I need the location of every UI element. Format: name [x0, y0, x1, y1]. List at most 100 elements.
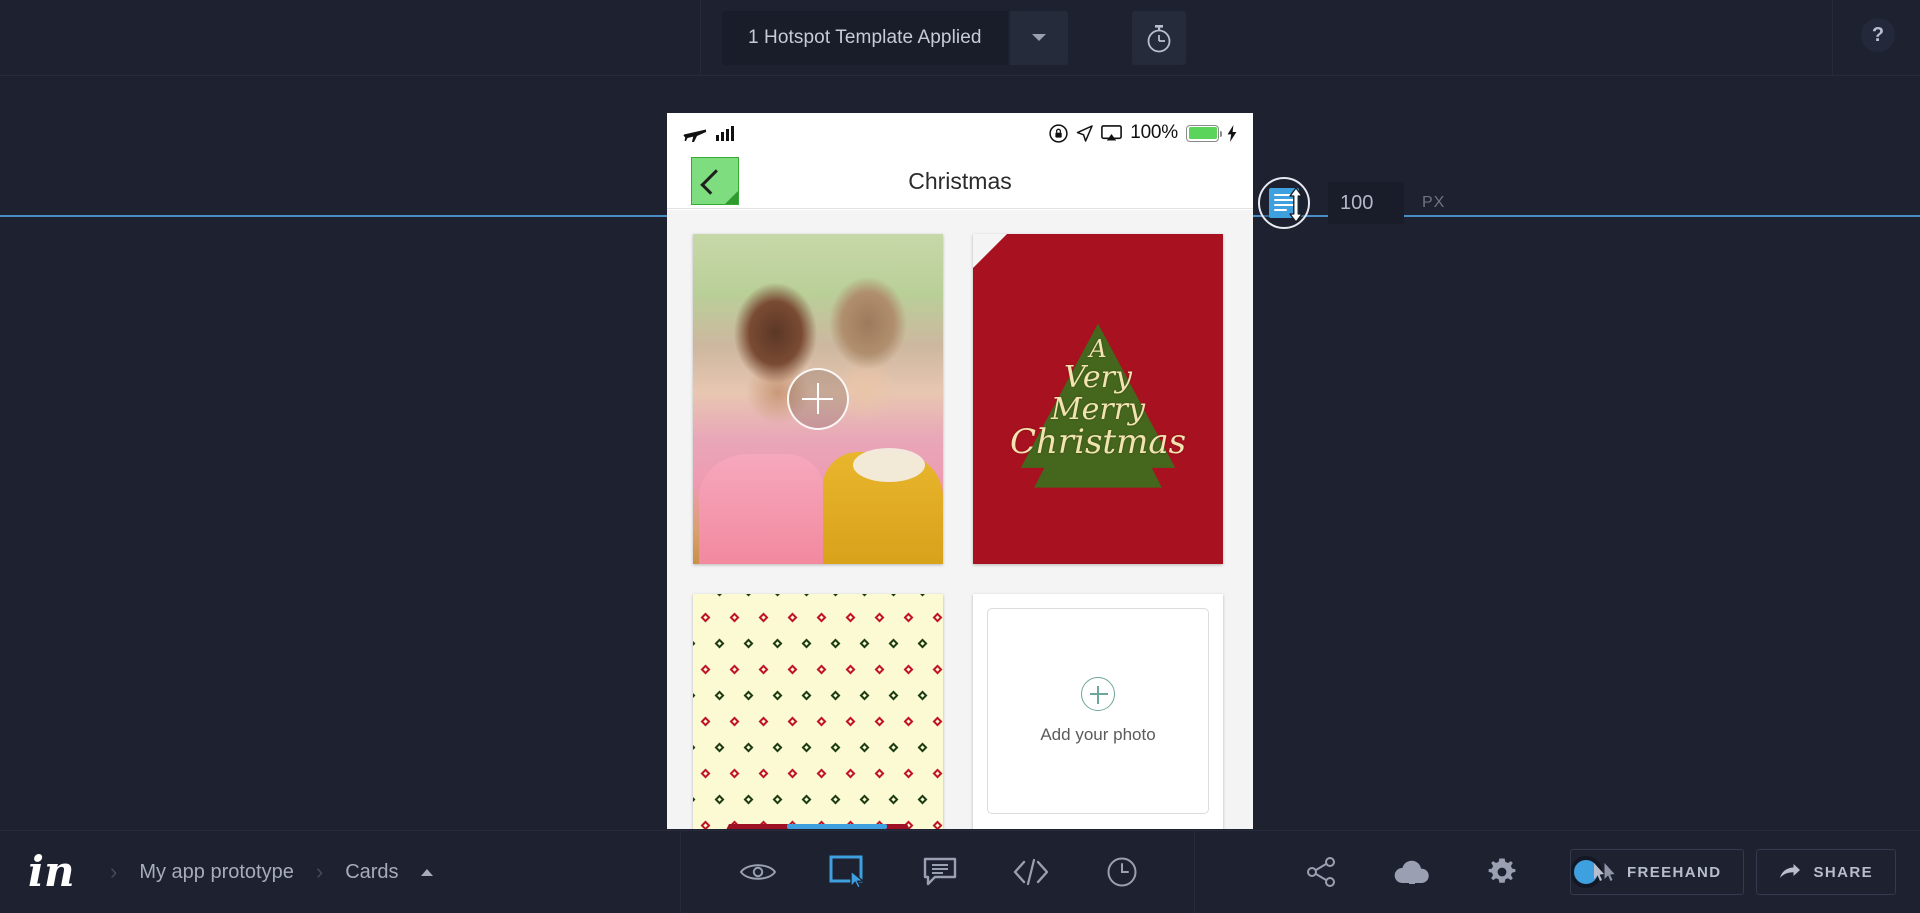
greeting-line-4: Christmas [1009, 422, 1187, 463]
photo-detail-left [699, 454, 823, 564]
happy-holidays-card[interactable]: HAPPY HOLIDAYS [693, 594, 943, 829]
phone-status-bar: 100% [667, 113, 1253, 153]
add-photo-dropzone[interactable]: Add your photo [987, 608, 1209, 814]
cards-grid: A Very Merry Christmas HAPPY HOLIDAYS [667, 210, 1253, 829]
scroll-position-indicator[interactable] [787, 824, 887, 829]
pattern-dot [772, 690, 783, 701]
toolbar-divider-left [700, 0, 701, 76]
pattern-dot [932, 716, 942, 727]
clock-icon [1107, 857, 1137, 887]
pattern-dot [903, 768, 913, 779]
pattern-dot [787, 768, 797, 779]
pattern-dot [859, 594, 870, 597]
hotspot-template-label: 1 Hotspot Template Applied [748, 27, 982, 48]
hotspot-resize-corner[interactable] [725, 191, 738, 204]
freehand-button[interactable]: FREEHAND [1569, 849, 1745, 895]
fixed-header-unit-label: PX [1422, 194, 1446, 211]
pattern-dot [845, 716, 855, 727]
photo-card[interactable] [693, 234, 943, 564]
merry-christmas-card[interactable]: A Very Merry Christmas [973, 234, 1223, 564]
comment-tool[interactable] [918, 850, 962, 894]
pattern-dot [917, 690, 928, 701]
caret-up-icon[interactable] [420, 868, 433, 876]
pattern-dot [874, 612, 884, 623]
upload-button[interactable] [1390, 850, 1434, 894]
back-chevron-icon [700, 169, 726, 195]
breadcrumb-project[interactable]: My app prototype [139, 861, 294, 884]
breadcrumb-separator-2: › [315, 859, 324, 884]
pattern-dot [801, 594, 812, 597]
toolbar-divider-right [1832, 0, 1833, 76]
pattern-dot [743, 594, 754, 597]
pattern-dot [932, 768, 942, 779]
battery-percent-label: 100% [1130, 122, 1178, 143]
pattern-dot [743, 690, 754, 701]
pattern-dot [830, 742, 841, 753]
pattern-dot [903, 716, 913, 727]
fixed-header-height-input[interactable] [1328, 182, 1404, 224]
pattern-dot [845, 612, 855, 623]
hotspot-timer-button[interactable] [1132, 11, 1186, 65]
pattern-dot [729, 716, 739, 727]
invision-logo[interactable]: in [28, 851, 75, 893]
pattern-dot [693, 594, 696, 597]
pattern-dot [816, 768, 826, 779]
pattern-dot [888, 690, 899, 701]
pattern-dot [700, 820, 710, 829]
pattern-dot [888, 742, 899, 753]
utility-tools [1300, 831, 1602, 913]
pattern-dot [714, 690, 725, 701]
preview-tool[interactable] [736, 850, 780, 894]
pattern-dot [700, 664, 710, 675]
help-label: ? [1871, 24, 1885, 46]
pattern-dot [787, 716, 797, 727]
pattern-dot [758, 716, 768, 727]
pattern-dot [932, 612, 942, 623]
pattern-dot [714, 742, 725, 753]
airplane-mode-icon [683, 129, 706, 142]
greeting-line-2: Very [1064, 360, 1132, 396]
pattern-dot [693, 794, 696, 805]
back-hotspot-overlay[interactable] [691, 157, 739, 205]
bottom-divider-left [680, 831, 681, 913]
history-tool[interactable] [1100, 850, 1144, 894]
pattern-dot [917, 594, 928, 597]
add-photo-card[interactable]: Add your photo A [973, 594, 1223, 829]
pattern-dot [830, 594, 841, 597]
pattern-dot [859, 638, 870, 649]
pattern-dot [801, 794, 812, 805]
pattern-dot [714, 794, 725, 805]
pattern-dot [714, 638, 725, 649]
pattern-dot [772, 794, 783, 805]
share-link-button[interactable] [1300, 850, 1344, 894]
build-tool[interactable] [827, 850, 871, 894]
freehand-cursors-icon [1593, 863, 1615, 881]
settings-button[interactable] [1480, 850, 1524, 894]
breadcrumb-screen[interactable]: Cards [345, 861, 398, 884]
hotspot-rectangle-icon [829, 855, 865, 889]
card-fold-corner [973, 234, 1007, 268]
gear-icon [1488, 858, 1516, 883]
share-button[interactable]: SHARE [1756, 849, 1896, 895]
fixed-header-drag-handle[interactable] [1258, 177, 1310, 229]
share-nodes-icon [1307, 857, 1335, 887]
hotspot-template-dropdown-button[interactable] [1009, 11, 1068, 65]
phone-nav-bar: Christmas [667, 153, 1253, 209]
pattern-dot [772, 742, 783, 753]
prototype-canvas: 100% Christmas A Very Merry Christmas Ad… [0, 77, 1920, 829]
pattern-dot [903, 664, 913, 675]
pattern-dot [859, 690, 870, 701]
pattern-dot [903, 612, 913, 623]
pattern-dot [816, 612, 826, 623]
signal-bars-icon [716, 125, 734, 141]
pattern-dot [729, 612, 739, 623]
chevron-down-icon [1031, 34, 1046, 41]
pattern-dot [830, 638, 841, 649]
help-button[interactable]: ? [1861, 18, 1895, 52]
christmas-greeting-text: A Very Merry Christmas [993, 336, 1203, 463]
pattern-dot [693, 638, 696, 649]
hotspot-template-status: 1 Hotspot Template Applied [722, 11, 1008, 65]
add-photo-plus-icon[interactable] [787, 368, 849, 430]
pattern-dot [743, 742, 754, 753]
inspect-tool[interactable] [1009, 850, 1053, 894]
